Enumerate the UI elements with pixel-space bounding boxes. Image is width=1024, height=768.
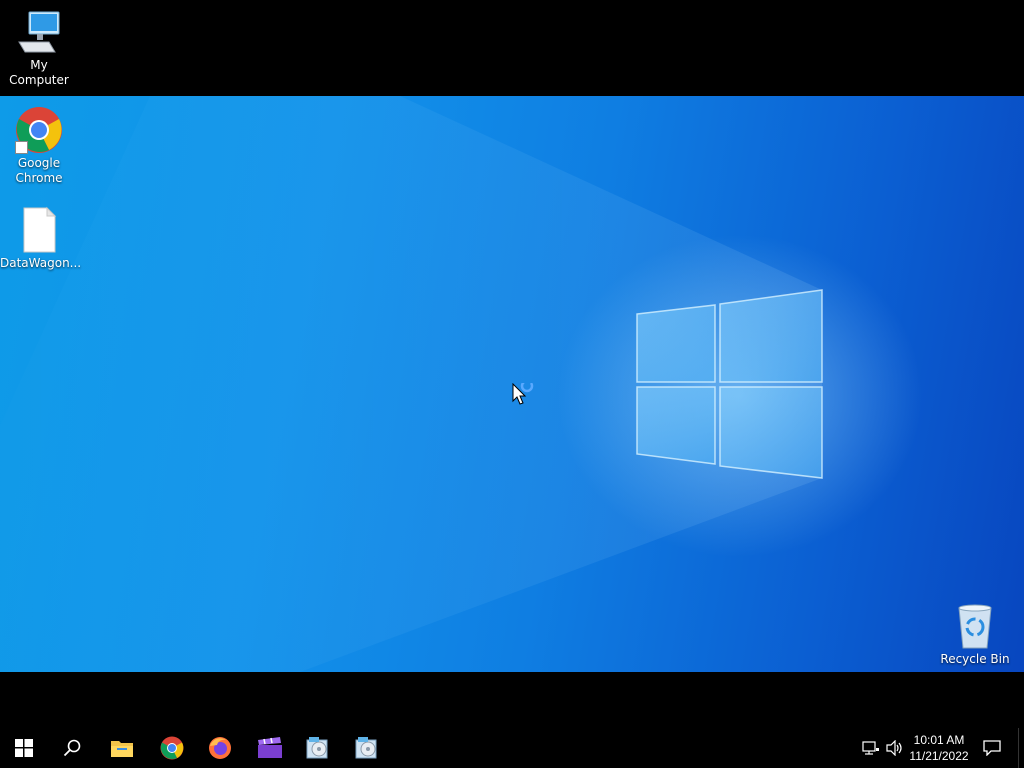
search-icon bbox=[63, 739, 81, 757]
taskbar: 10:01 AM 11/21/2022 bbox=[0, 728, 1024, 768]
chrome-icon bbox=[160, 736, 184, 760]
firefox-button[interactable] bbox=[196, 728, 244, 768]
installer-icon bbox=[355, 737, 377, 759]
mouse-cursor-busy-icon bbox=[512, 379, 540, 411]
volume-icon bbox=[886, 740, 902, 756]
network-icon bbox=[862, 741, 879, 755]
desktop-icon-label: Google Chrome bbox=[15, 156, 63, 185]
chrome-button[interactable] bbox=[148, 728, 196, 768]
shortcut-arrow-icon bbox=[15, 141, 28, 154]
desktop-icon-label: DataWagon... bbox=[0, 256, 82, 270]
computer-icon bbox=[15, 8, 63, 56]
installer-app-button-1[interactable] bbox=[294, 728, 342, 768]
show-desktop-button[interactable] bbox=[1018, 728, 1024, 768]
volume-tray-button[interactable] bbox=[884, 728, 906, 768]
search-button[interactable] bbox=[48, 728, 96, 768]
firefox-icon bbox=[209, 737, 231, 759]
file-explorer-button[interactable] bbox=[98, 728, 146, 768]
taskbar-clock[interactable]: 10:01 AM 11/21/2022 bbox=[906, 728, 972, 768]
action-center-button[interactable] bbox=[978, 728, 1006, 768]
desktop-icon-google-chrome[interactable]: Google Chrome bbox=[0, 106, 78, 186]
windows-logo-icon bbox=[15, 739, 33, 757]
clock-time: 10:01 AM bbox=[913, 733, 965, 747]
desktop-icon-label: My Computer bbox=[9, 58, 69, 87]
notification-icon bbox=[983, 740, 1001, 756]
desktop-icon-my-computer[interactable]: My Computer bbox=[0, 8, 78, 88]
desktop-icon-recycle-bin[interactable]: Recycle Bin bbox=[936, 602, 1014, 667]
clapperboard-icon bbox=[258, 737, 282, 758]
desktop-icon-label: Recycle Bin bbox=[940, 652, 1010, 666]
file-icon bbox=[15, 206, 63, 254]
recycle-bin-icon bbox=[951, 602, 999, 650]
desktop-icon-datawagon-file[interactable]: DataWagon... bbox=[0, 206, 82, 271]
installer-icon bbox=[306, 737, 328, 759]
folder-icon bbox=[111, 741, 133, 757]
clock-date: 11/21/2022 bbox=[909, 749, 969, 763]
windows-logo-glass bbox=[636, 289, 823, 479]
video-app-button[interactable] bbox=[246, 728, 294, 768]
chrome-icon bbox=[15, 106, 63, 154]
network-tray-button[interactable] bbox=[860, 728, 882, 768]
start-button[interactable] bbox=[0, 728, 48, 768]
installer-app-button-2[interactable] bbox=[343, 728, 391, 768]
